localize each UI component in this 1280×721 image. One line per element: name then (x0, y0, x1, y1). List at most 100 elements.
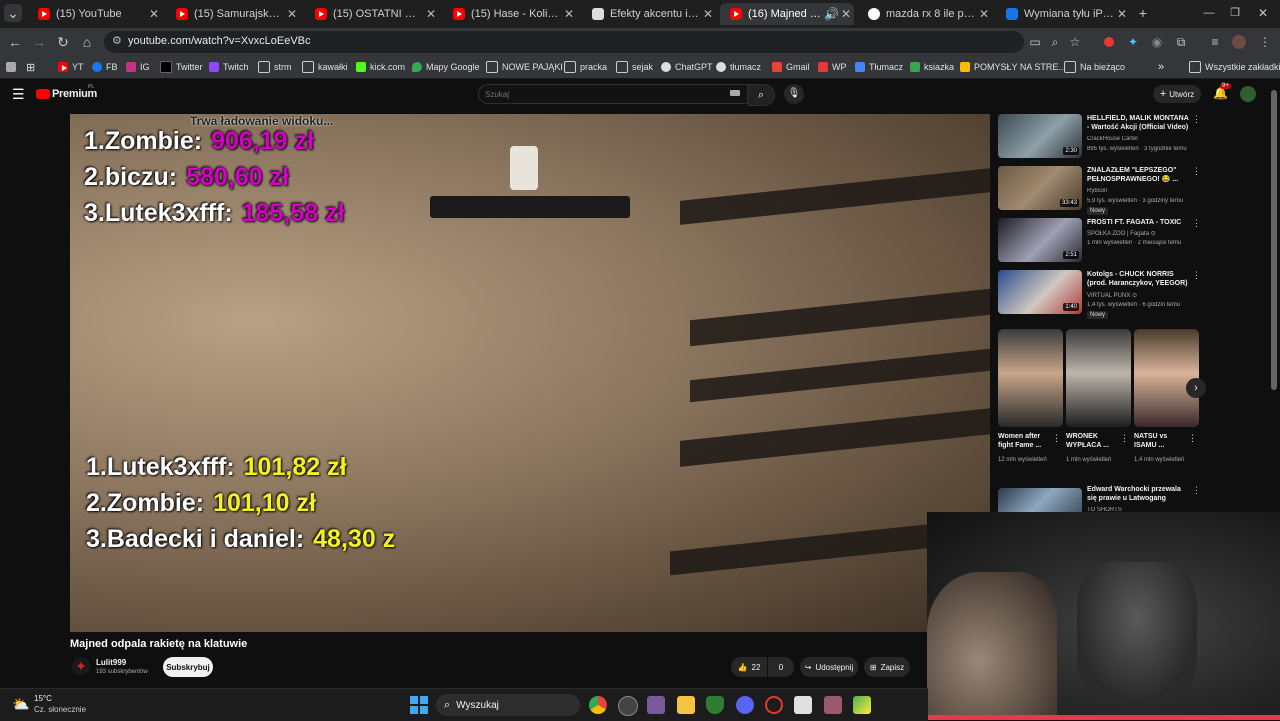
bookmark-kawalki[interactable]: kawałki (302, 60, 348, 74)
bookmark-twitch[interactable]: Twitch (209, 60, 249, 74)
zoom-icon[interactable]: ⌕ (1046, 33, 1064, 51)
app-icon[interactable] (824, 696, 842, 714)
short-thumbnail[interactable] (1066, 329, 1131, 427)
recommendation-title[interactable]: HELLFIELD, MALIK MONTANA - Wartość Akcji… (1087, 114, 1191, 132)
extension-gray-icon[interactable]: ◉ (1148, 33, 1166, 51)
tab-search-chevron-icon[interactable]: ⌄ (4, 4, 22, 22)
reload-icon[interactable]: ↻ (54, 33, 72, 51)
bookmark-yt[interactable]: YT (58, 60, 84, 74)
short-title[interactable]: WRONEK WYPŁACA ... (1066, 432, 1122, 450)
grid-icon[interactable]: ⊞ (26, 60, 35, 74)
bookmark-mapy[interactable]: Mapy Google (412, 60, 480, 74)
video-thumbnail[interactable]: 1:40 (998, 270, 1082, 314)
app-icon[interactable] (794, 696, 812, 714)
bookmark-chatgpt[interactable]: ChatGPT (661, 60, 713, 74)
shorts-next-chevron-icon[interactable]: › (1186, 378, 1206, 398)
bookmark-strm[interactable]: strm (258, 60, 292, 74)
shield-icon[interactable] (706, 696, 724, 714)
bookmark-pracka[interactable]: pracka (564, 60, 607, 74)
bookmark-kick[interactable]: kick.com (356, 60, 405, 74)
discord-icon[interactable] (736, 696, 754, 714)
extensions-puzzle-icon[interactable]: ⧉ (1172, 33, 1190, 51)
new-tab-button[interactable]: + (1134, 4, 1152, 22)
share-button[interactable]: ↪ Udostępnij (800, 657, 858, 677)
bookmark-nowe-pajaki[interactable]: NOWE PAJĄKI (486, 60, 563, 74)
file-explorer-icon[interactable] (677, 696, 695, 714)
close-window-icon[interactable]: ✕ (1254, 4, 1272, 22)
tab-samurajska[interactable]: (15) Samurajska Maska Ya ✕ (166, 3, 300, 25)
record-extension-icon[interactable] (1100, 33, 1118, 51)
like-button[interactable]: 👍 22 (731, 657, 767, 677)
tab-iphone[interactable]: Wymiana tyłu iPhone 15 ✕ (996, 3, 1130, 25)
tab-close-icon[interactable]: ✕ (146, 7, 162, 21)
more-bookmarks-chevron-icon[interactable]: » (1158, 60, 1164, 74)
apps-icon[interactable] (6, 60, 20, 74)
weather-temperature[interactable]: 15°C (34, 694, 52, 703)
profile-avatar[interactable] (1230, 33, 1248, 51)
more-options-icon[interactable]: ⋮ (1192, 270, 1201, 281)
video-thumbnail[interactable]: 33:43 (998, 166, 1082, 210)
recommendation-channel[interactable]: VIRTUAL PUNX ⊙ (1087, 292, 1197, 299)
recommendation-title[interactable]: ZNALAZŁEM "LEPSZEGO" PEŁNOSPRAWNEGO! 😂 .… (1087, 166, 1191, 184)
bookmark-ig[interactable]: IG (126, 60, 150, 74)
tab-close-icon[interactable]: ✕ (1114, 7, 1130, 21)
short-title[interactable]: Women after fight Fame ... (998, 432, 1054, 450)
extension-icon[interactable]: ✦ (1124, 33, 1142, 51)
bookmark-pomysly[interactable]: POMYSŁY NA STRE... (960, 60, 1066, 74)
more-options-icon[interactable]: ⋮ (1192, 218, 1201, 229)
account-avatar[interactable] (1240, 86, 1256, 102)
more-options-icon[interactable]: ⋮ (1120, 433, 1129, 444)
forward-icon[interactable]: → (30, 33, 48, 51)
subscribe-button[interactable]: Subskrybuj (163, 657, 213, 677)
tab-ostatni-raz[interactable]: (15) OSTATNI RAZ - YouTu ✕ (305, 3, 439, 25)
recommendation-title[interactable]: FROSTI FT. FAGATA - TOXIC (1087, 218, 1191, 227)
channel-name[interactable]: Lulit999 (96, 658, 126, 667)
recommendation-title[interactable]: Edward Warchocki przewala się prawie u L… (1087, 485, 1191, 503)
bookmark-wp[interactable]: WP (818, 60, 847, 74)
bookmark-ksiazka[interactable]: ksiazka (910, 60, 954, 74)
tab-close-icon[interactable]: ✕ (284, 7, 300, 21)
page-scrollbar[interactable] (1271, 82, 1277, 502)
app-icon[interactable] (647, 696, 665, 714)
bookmark-sejak[interactable]: sejak (616, 60, 653, 74)
recommendation-channel[interactable]: SPÓŁKA ZOO | Fagata ⊙ (1087, 230, 1197, 237)
tab-hase-kolimator[interactable]: (15) Hase - Kolimator - Yo ✕ (443, 3, 577, 25)
site-info-icon[interactable]: ⚙ (112, 34, 122, 47)
all-bookmarks[interactable]: Wszystkie zakładki (1189, 60, 1280, 74)
tab-close-icon[interactable]: ✕ (700, 7, 716, 21)
video-player[interactable]: Trwa ładowanie widoku... 1.Zombie: 906,19… (70, 114, 990, 632)
home-icon[interactable]: ⌂ (78, 33, 96, 51)
keyboard-icon[interactable] (730, 90, 740, 96)
more-options-icon[interactable]: ⋮ (1052, 433, 1061, 444)
weather-sun-icon[interactable]: ⛅ (12, 696, 29, 713)
chrome-icon[interactable] (589, 696, 607, 714)
youtube-logo-icon[interactable] (36, 89, 50, 99)
more-options-icon[interactable]: ⋮ (1192, 166, 1201, 177)
bookmark-tlumacz-google[interactable]: Tłumacz (855, 60, 903, 74)
short-title[interactable]: NATSU vs ISAMU ... (1134, 432, 1190, 450)
reading-list-icon[interactable]: ≡ (1206, 33, 1224, 51)
recommendation-item[interactable]: 2:30 HELLFIELD, MALIK MONTANA - Wartość … (998, 114, 1201, 160)
recommendation-item[interactable]: 1:40 Kotolgs - CHUCK NORRIS (prod. Haran… (998, 270, 1201, 319)
voice-search-mic-icon[interactable]: 🎙 (784, 84, 804, 104)
browser-menu-icon[interactable]: ⋮ (1256, 33, 1274, 51)
tab-close-icon[interactable]: ✕ (561, 7, 577, 21)
tab-youtube[interactable]: (15) YouTube ✕ (28, 3, 162, 25)
recommendation-item[interactable]: 33:43 ZNALAZŁEM "LEPSZEGO" PEŁNOSPRAWNEG… (998, 166, 1201, 215)
more-options-icon[interactable]: ⋮ (1192, 114, 1201, 125)
create-button[interactable]: + Utwórz (1153, 85, 1201, 103)
dislike-button[interactable]: 0 (768, 657, 794, 677)
video-thumbnail[interactable]: 2:30 (998, 114, 1082, 158)
address-bar[interactable]: ⚙ youtube.com/watch?v=XvxcLoEeVBc (104, 31, 1024, 53)
bookmark-tlumacz[interactable]: tłumacz (716, 60, 761, 74)
short-thumbnail[interactable] (998, 329, 1063, 427)
cast-icon[interactable]: ▭ (1026, 33, 1044, 51)
tab-close-icon[interactable]: ✕ (423, 7, 439, 21)
speaker-icon[interactable]: 🔊 (824, 7, 839, 21)
search-button[interactable]: ⌕ (748, 84, 775, 106)
windows-start-icon[interactable] (410, 696, 428, 714)
tab-mazda[interactable]: mazda rx 8 ile pali przy a ✕ (858, 3, 992, 25)
more-options-icon[interactable]: ⋮ (1188, 433, 1197, 444)
taskbar-search[interactable]: ⌕ Wyszukaj (436, 694, 580, 716)
short-thumbnail[interactable] (1134, 329, 1199, 427)
